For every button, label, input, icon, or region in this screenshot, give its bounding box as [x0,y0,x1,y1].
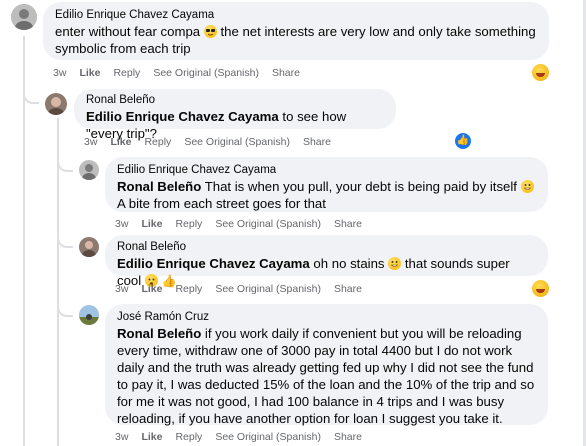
comment-time[interactable]: 3w [115,431,128,443]
mention-tag[interactable]: Ronal Beleño [117,179,201,194]
avatar-image [79,160,99,180]
avatar[interactable] [79,305,99,325]
like-button[interactable]: Like [79,67,100,79]
comment-bubble: Ronal Beleño Edilio Enrique Chavez Cayam… [105,235,548,288]
reply-button[interactable]: Reply [113,67,140,79]
comment-text: Ronal Beleño That is when you pull, your… [117,178,536,212]
share-button[interactable]: Share [334,283,362,295]
grinning-sweat-emoji-icon [388,257,402,270]
reply-button[interactable]: Reply [175,218,202,230]
comment-author[interactable]: Ronal Beleño [86,93,384,108]
comment-thread: Edilio Enrique Chavez Cayama enter witho… [0,0,586,446]
comment-actions: 3w Like Reply See Original (Spanish) Share [115,283,375,295]
see-original-button[interactable]: See Original (Spanish) [184,136,290,148]
comment-author[interactable]: Edilio Enrique Chavez Cayama [117,163,536,178]
avatar-image [11,4,37,30]
comment-author[interactable]: José Ramón Cruz [117,310,536,325]
comment-text-part: oh no stains [309,256,389,271]
comment-bubble: Ronal Beleño Edilio Enrique Chavez Cayam… [74,89,396,141]
mention-tag[interactable]: Ronal Beleño [117,326,201,341]
reply-button[interactable]: Reply [144,136,171,148]
thread-branch-3 [57,234,73,248]
thread-branch-2 [57,158,73,172]
like-button[interactable]: Like [141,431,162,443]
avatar[interactable] [79,160,99,180]
comment-actions: 3w Like Reply See Original (Spanish) Share [115,218,375,230]
comment-author[interactable]: Edilio Enrique Chavez Cayama [55,8,537,23]
comment-time[interactable]: 3w [115,218,128,230]
haha-reaction-icon[interactable] [531,63,550,82]
share-button[interactable]: Share [334,431,362,443]
comment-text-part: A bite from each street goes for that [117,196,326,211]
see-original-button[interactable]: See Original (Spanish) [215,431,321,443]
reply-button[interactable]: Reply [175,431,202,443]
avatar-image [79,305,99,325]
like-reaction-icon[interactable]: 👍 [455,133,471,149]
comment-text: enter without fear compa the net interes… [55,23,537,57]
mention-tag[interactable]: Edilio Enrique Chavez Cayama [86,109,279,124]
comment-bubble: Edilio Enrique Chavez Cayama enter witho… [43,2,549,60]
thread-branch-1 [23,90,39,104]
avatar[interactable] [11,4,37,30]
comment-time[interactable]: 3w [53,67,66,79]
comment-text: Ronal Beleño if you work daily if conven… [117,325,536,427]
share-button[interactable]: Share [303,136,331,148]
haha-reaction-icon[interactable] [531,279,550,298]
avatar-image [45,93,67,115]
avatar[interactable] [79,237,99,257]
thread-branch-4 [57,303,73,317]
comment-time[interactable]: 3w [115,283,128,295]
comment-text-part: That is when you pull, your debt is bein… [201,179,521,194]
comment-text-part: if you work daily if convenient but you … [117,326,535,426]
mention-tag[interactable]: Edilio Enrique Chavez Cayama [117,256,310,271]
like-button[interactable]: Like [141,218,162,230]
comment-text-part: enter without fear compa [55,24,201,39]
like-button[interactable]: Like [110,136,131,148]
see-original-button[interactable]: See Original (Spanish) [215,218,321,230]
avatar-image [79,237,99,257]
like-button[interactable]: Like [141,283,162,295]
reply-button[interactable]: Reply [175,283,202,295]
comment-bubble: José Ramón Cruz Ronal Beleño if you work… [105,304,548,427]
see-original-button[interactable]: See Original (Spanish) [215,283,321,295]
comment-time[interactable]: 3w [84,136,97,148]
comment-author[interactable]: Ronal Beleño [117,240,536,255]
comment-actions: 3w Like Reply See Original (Spanish) Share [53,67,313,79]
share-button[interactable]: Share [272,67,300,79]
comment-actions: 3w Like Reply See Original (Spanish) Share [115,431,375,443]
avatar[interactable] [45,93,67,115]
comment-bubble: Edilio Enrique Chavez Cayama Ronal Beleñ… [105,157,548,212]
grinning-sweat-emoji-icon [520,180,534,193]
share-button[interactable]: Share [334,218,362,230]
see-original-button[interactable]: See Original (Spanish) [153,67,259,79]
comment-actions: 3w Like Reply See Original (Spanish) Share [84,136,344,148]
sunglasses-emoji-icon [203,25,217,38]
